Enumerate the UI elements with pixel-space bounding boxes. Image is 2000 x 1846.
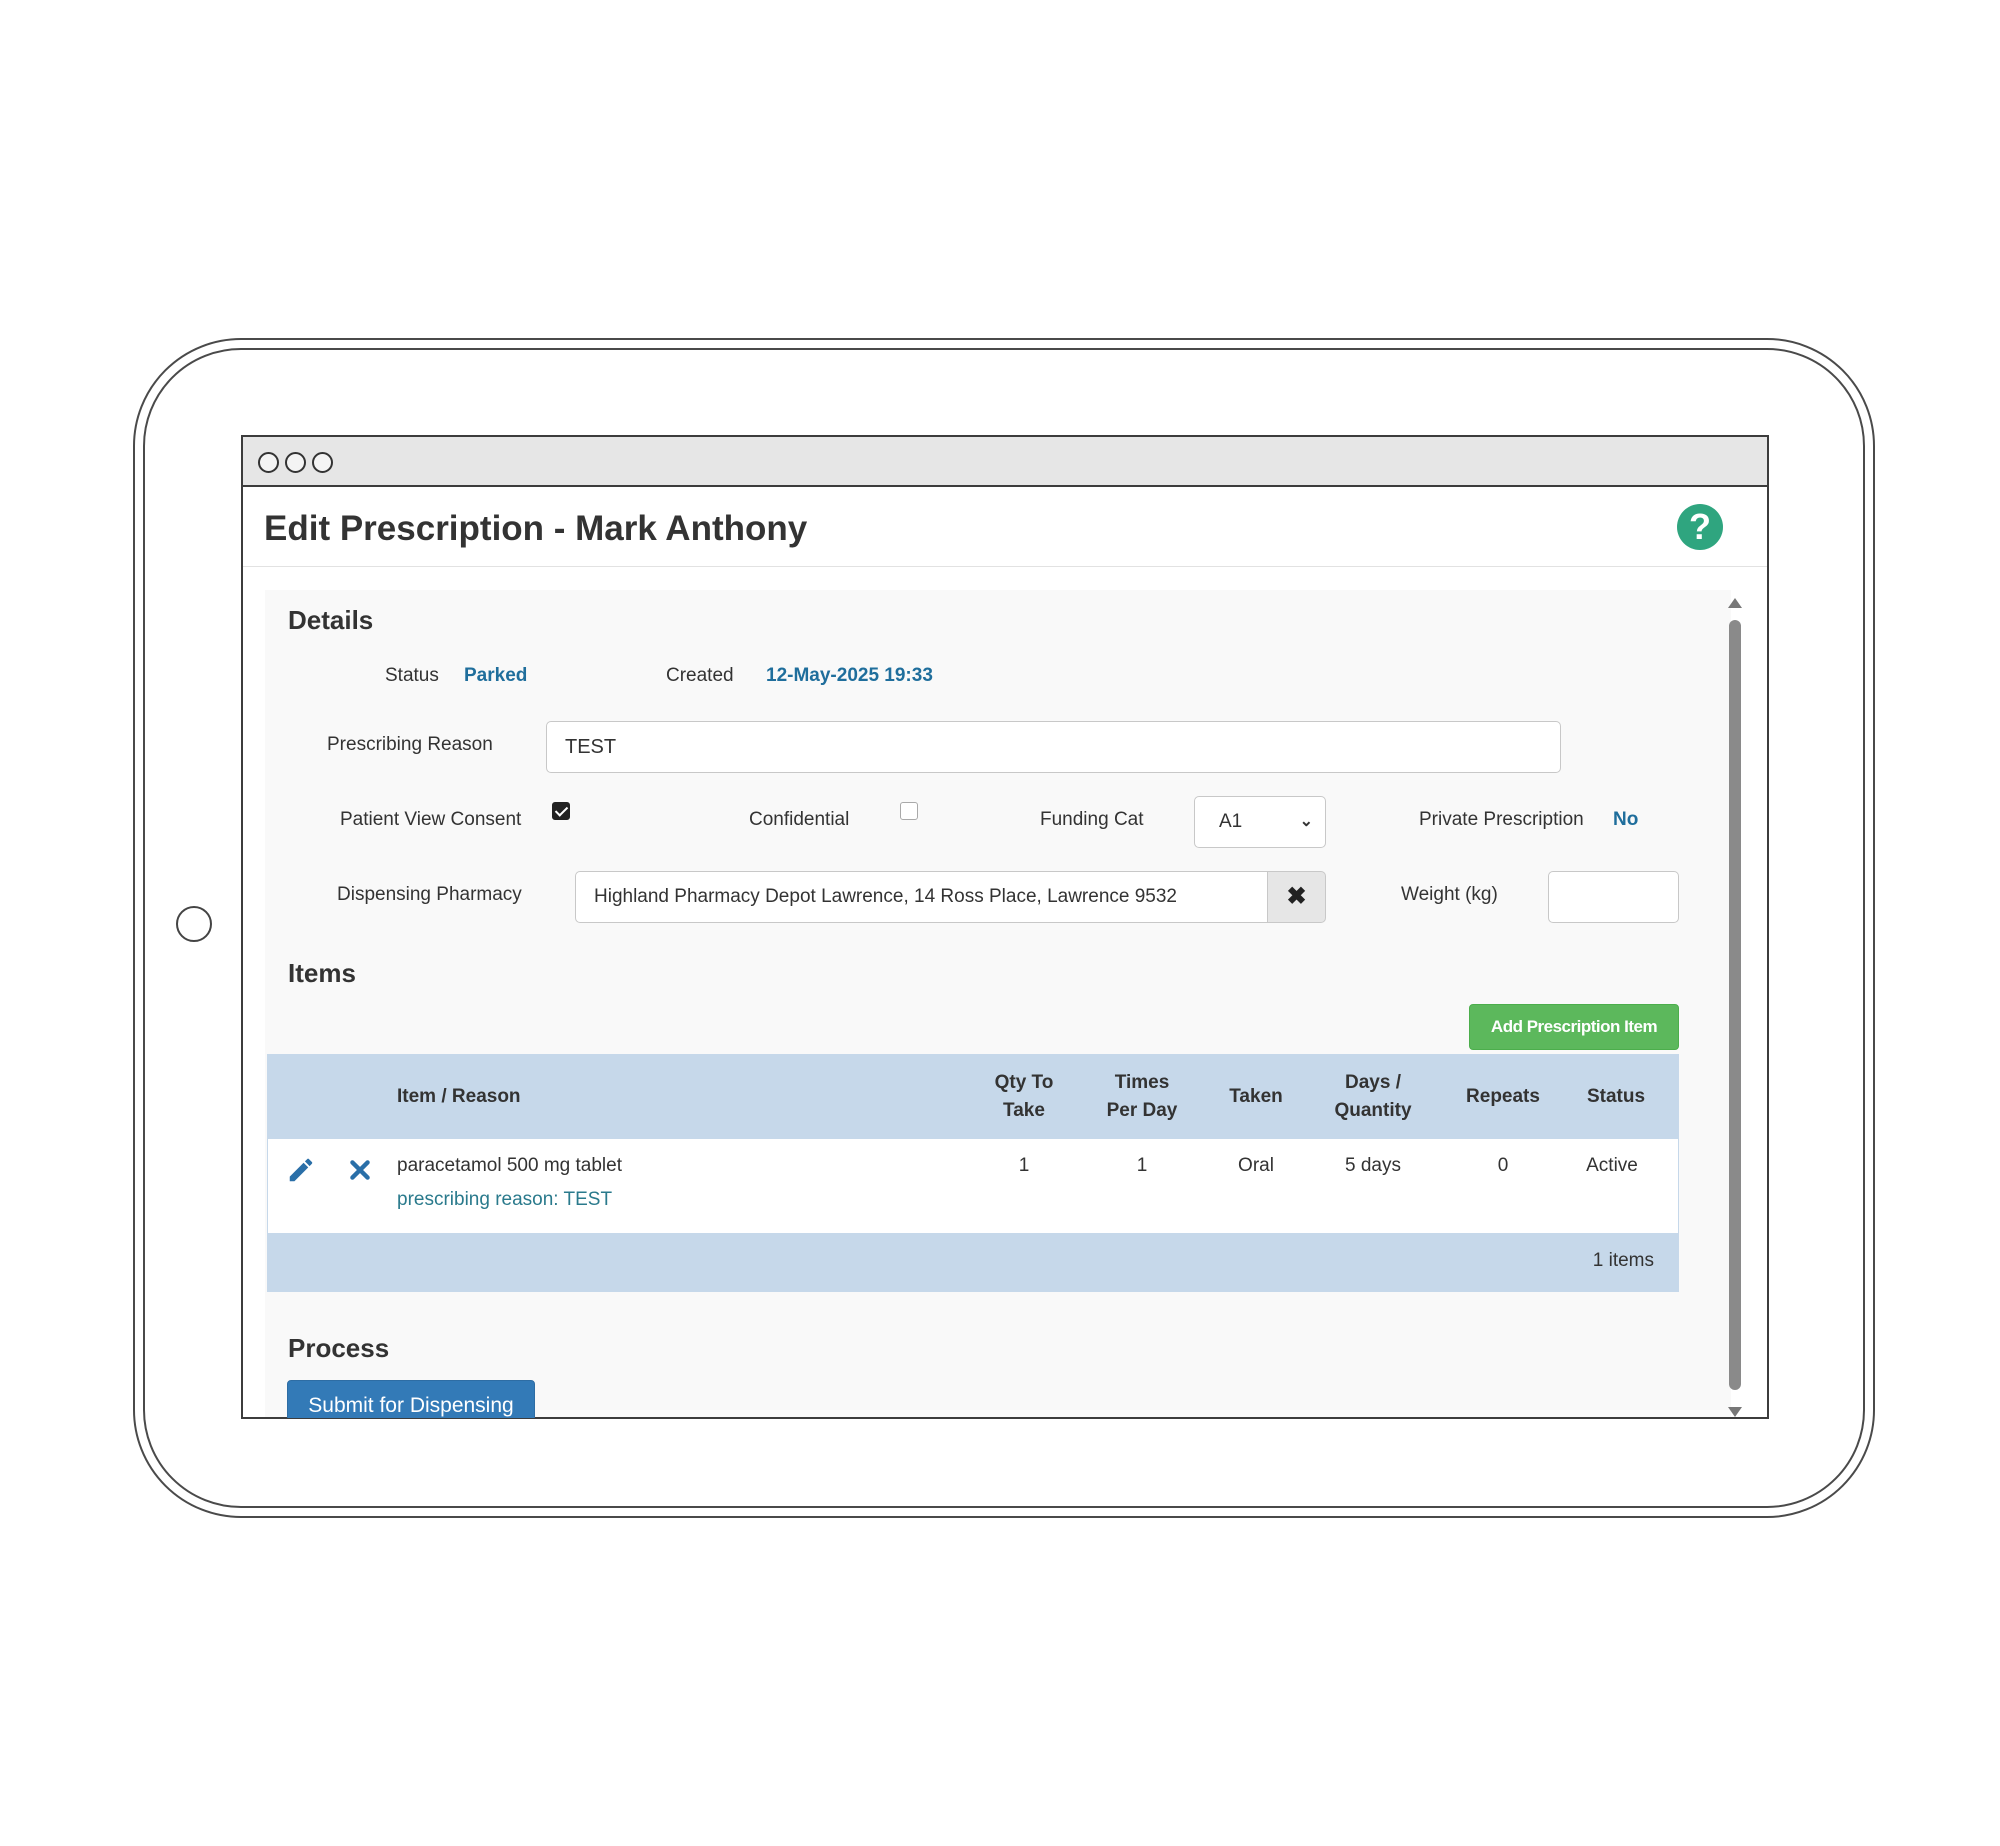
row-item-reason: prescribing reason: TEST bbox=[397, 1189, 613, 1210]
row-times-per-day: 1 bbox=[1136, 1155, 1148, 1176]
col-times-per-day-line2: Per Day bbox=[1106, 1100, 1178, 1121]
prescribing-reason-label: Prescribing Reason bbox=[327, 734, 493, 755]
private-prescription-value: No bbox=[1613, 809, 1639, 830]
col-times-per-day-line1: Times bbox=[1114, 1072, 1170, 1093]
col-qty-to-take-line1: Qty To bbox=[994, 1072, 1054, 1093]
confidential-checkbox[interactable] bbox=[900, 802, 918, 820]
dispensing-pharmacy-input[interactable]: Highland Pharmacy Depot Lawrence, 14 Ros… bbox=[575, 871, 1268, 923]
col-days-quantity[interactable]: Days / Quantity bbox=[1308, 1069, 1438, 1125]
page-header: Edit Prescription - Mark Anthony ? bbox=[243, 487, 1767, 567]
col-qty-to-take[interactable]: Qty To Take bbox=[968, 1069, 1080, 1125]
confidential-label: Confidential bbox=[749, 809, 850, 830]
private-prescription-label: Private Prescription bbox=[1419, 809, 1584, 830]
details-section-title: Details bbox=[288, 605, 374, 635]
row-qty-to-take: 1 bbox=[1018, 1155, 1030, 1176]
process-clip: Submit for Dispensing bbox=[241, 1380, 1769, 1418]
row-days-quantity: 5 days bbox=[1345, 1155, 1401, 1176]
row-status: Active bbox=[1586, 1155, 1638, 1176]
funding-cat-selected-value: A1 bbox=[1219, 811, 1243, 832]
weight-label: Weight (kg) bbox=[1401, 884, 1498, 905]
patient-view-consent-label: Patient View Consent bbox=[340, 809, 522, 830]
window-titlebar bbox=[243, 437, 1767, 487]
tablet-home-button bbox=[176, 906, 212, 942]
funding-cat-label: Funding Cat bbox=[1040, 809, 1144, 830]
created-label: Created bbox=[666, 665, 734, 686]
submit-for-dispensing-button[interactable]: Submit for Dispensing bbox=[287, 1380, 535, 1418]
col-repeats[interactable]: Repeats bbox=[1448, 1083, 1558, 1111]
prescribing-reason-input[interactable]: TEST bbox=[546, 721, 1561, 773]
col-times-per-day[interactable]: Times Per Day bbox=[1086, 1069, 1198, 1125]
patient-view-consent-checkbox[interactable] bbox=[552, 802, 570, 820]
items-section-title: Items bbox=[288, 958, 356, 988]
items-count: 1 items bbox=[1592, 1250, 1654, 1271]
created-value: 12-May-2025 19:33 bbox=[766, 665, 933, 686]
pencil-icon[interactable] bbox=[286, 1155, 316, 1185]
scrollbar-thumb[interactable] bbox=[1729, 620, 1741, 1390]
window-close-control[interactable] bbox=[258, 452, 279, 473]
delete-x-icon[interactable] bbox=[347, 1157, 373, 1183]
col-days-quantity-line2: Quantity bbox=[1334, 1100, 1412, 1121]
prescription-items-table: Item / Reason Qty To Take Times Per Day … bbox=[267, 1054, 1679, 1292]
table-header: Item / Reason Qty To Take Times Per Day … bbox=[268, 1055, 1678, 1139]
question-circle-icon[interactable]: ? bbox=[1677, 504, 1723, 550]
process-section-title: Process bbox=[288, 1333, 390, 1363]
page-title: Edit Prescription - Mark Anthony bbox=[264, 509, 808, 548]
col-days-quantity-line1: Days / bbox=[1345, 1072, 1401, 1093]
scroll-up-icon[interactable] bbox=[1728, 598, 1742, 608]
funding-cat-select[interactable]: A1 ⌄ bbox=[1194, 796, 1326, 848]
add-prescription-item-button[interactable]: Add Prescription Item bbox=[1469, 1004, 1679, 1050]
window-maximize-control[interactable] bbox=[312, 452, 333, 473]
table-footer: 1 items bbox=[268, 1233, 1678, 1291]
weight-input[interactable] bbox=[1548, 871, 1679, 923]
window-minimize-control[interactable] bbox=[285, 452, 306, 473]
row-repeats: 0 bbox=[1497, 1155, 1509, 1176]
row-taken: Oral bbox=[1238, 1155, 1274, 1176]
status-label: Status bbox=[385, 665, 439, 686]
scroll-down-icon[interactable] bbox=[1728, 1407, 1742, 1417]
dispensing-pharmacy-label: Dispensing Pharmacy bbox=[337, 884, 522, 905]
col-status[interactable]: Status bbox=[1566, 1083, 1666, 1111]
col-taken[interactable]: Taken bbox=[1206, 1083, 1306, 1111]
close-icon: ✖ bbox=[1286, 883, 1307, 910]
clear-pharmacy-button[interactable]: ✖ bbox=[1268, 871, 1326, 923]
col-item-reason[interactable]: Item / Reason bbox=[397, 1083, 521, 1111]
row-item-name: paracetamol 500 mg tablet bbox=[397, 1155, 622, 1176]
chevron-down-icon: ⌄ bbox=[1299, 813, 1313, 830]
col-qty-to-take-line2: Take bbox=[1003, 1100, 1045, 1121]
status-value: Parked bbox=[464, 665, 528, 686]
